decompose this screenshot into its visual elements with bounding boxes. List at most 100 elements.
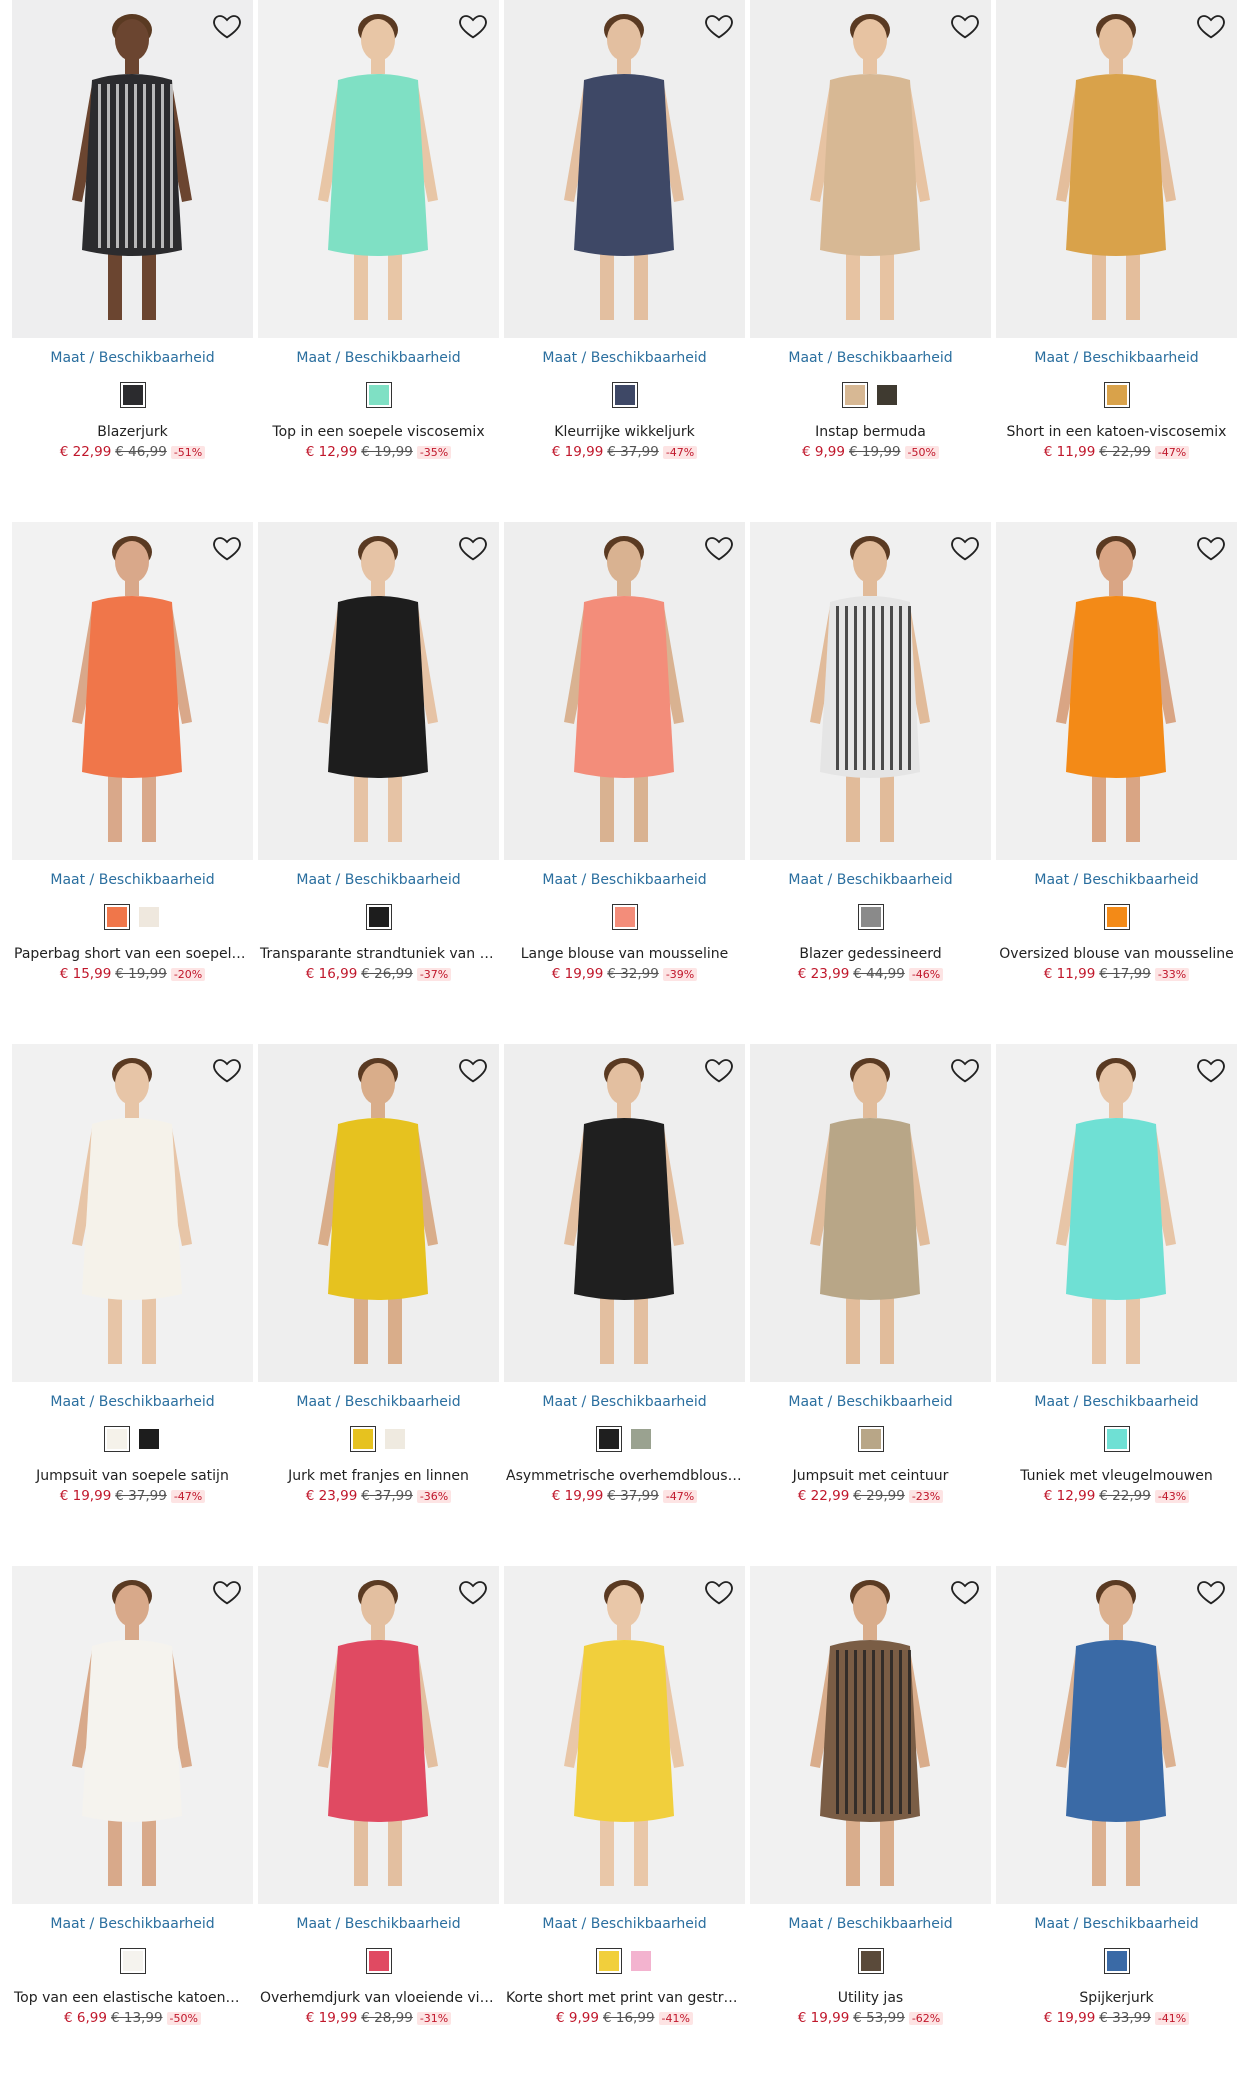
product-name[interactable]: Overhemdjurk van vloeiende viscose [258,1990,499,2006]
size-availability-link[interactable]: Maat / Beschikbaarheid [750,1392,991,1412]
size-availability-link[interactable]: Maat / Beschikbaarheid [996,1392,1237,1412]
product-image[interactable] [750,0,991,338]
product-card[interactable]: Maat / Beschikbaarheid Blazerjurk € 22,99 €… [12,0,253,522]
wishlist-heart-icon[interactable] [703,1054,735,1086]
color-swatch[interactable] [349,1426,376,1452]
product-card[interactable]: Maat / Beschikbaarheid Utility jas € 19,99… [750,1566,991,2088]
product-image[interactable] [12,522,253,860]
color-swatch[interactable] [857,1948,884,1974]
wishlist-heart-icon[interactable] [1195,532,1227,564]
wishlist-heart-icon[interactable] [949,10,981,42]
product-image[interactable] [750,1566,991,1904]
color-swatch[interactable] [119,382,146,408]
product-image[interactable] [504,1044,745,1382]
product-name[interactable]: Jumpsuit van soepele satijn [12,1468,253,1484]
wishlist-heart-icon[interactable] [457,532,489,564]
wishlist-heart-icon[interactable] [949,1576,981,1608]
product-image[interactable] [996,522,1237,860]
wishlist-heart-icon[interactable] [703,10,735,42]
product-name[interactable]: Korte short met print van gestruct… [504,1990,745,2006]
color-swatch[interactable] [857,1426,884,1452]
size-availability-link[interactable]: Maat / Beschikbaarheid [504,870,745,890]
product-name[interactable]: Asymmetrische overhemdblouse va… [504,1468,745,1484]
product-card[interactable]: Maat / Beschikbaarheid Top in een soepele… [258,0,499,522]
size-availability-link[interactable]: Maat / Beschikbaarheid [12,870,253,890]
product-name[interactable]: Utility jas [750,1990,991,2006]
color-swatch[interactable] [595,1948,622,1974]
color-swatch[interactable] [103,904,130,930]
product-card[interactable]: Maat / Beschikbaarheid Jumpsuit met ceint… [750,1044,991,1566]
product-card[interactable]: Maat / Beschikbaarheid Paperbag short van… [12,522,253,1044]
product-image[interactable] [12,0,253,338]
wishlist-heart-icon[interactable] [211,1576,243,1608]
product-name[interactable]: Jurk met franjes en linnen [258,1468,499,1484]
size-availability-link[interactable]: Maat / Beschikbaarheid [12,1392,253,1412]
size-availability-link[interactable]: Maat / Beschikbaarheid [504,1392,745,1412]
color-swatch[interactable] [1103,1426,1130,1452]
size-availability-link[interactable]: Maat / Beschikbaarheid [258,1914,499,1934]
product-name[interactable]: Paperbag short van een soepele Ly… [12,946,253,962]
color-swatch[interactable] [628,1948,654,1974]
color-swatch[interactable] [611,904,638,930]
color-swatch[interactable] [857,904,884,930]
size-availability-link[interactable]: Maat / Beschikbaarheid [750,870,991,890]
product-card[interactable]: Maat / Beschikbaarheid Korte short met pr… [504,1566,745,2088]
wishlist-heart-icon[interactable] [457,10,489,42]
size-availability-link[interactable]: Maat / Beschikbaarheid [258,1392,499,1412]
wishlist-heart-icon[interactable] [211,532,243,564]
product-name[interactable]: Top van een elastische katoenmix [12,1990,253,2006]
product-image[interactable] [996,0,1237,338]
product-card[interactable]: Maat / Beschikbaarheid Kleurrijke wikkelj… [504,0,745,522]
product-card[interactable]: Maat / Beschikbaarheid Short in een katoe… [996,0,1237,522]
product-image[interactable] [12,1044,253,1382]
product-name[interactable]: Jumpsuit met ceintuur [750,1468,991,1484]
product-image[interactable] [258,1044,499,1382]
wishlist-heart-icon[interactable] [949,532,981,564]
color-swatch[interactable] [382,1426,408,1452]
color-swatch[interactable] [874,382,900,408]
color-swatch[interactable] [365,904,392,930]
size-availability-link[interactable]: Maat / Beschikbaarheid [12,348,253,368]
wishlist-heart-icon[interactable] [949,1054,981,1086]
product-image[interactable] [504,1566,745,1904]
wishlist-heart-icon[interactable] [211,1054,243,1086]
wishlist-heart-icon[interactable] [1195,10,1227,42]
color-swatch[interactable] [136,904,162,930]
color-swatch[interactable] [103,1426,130,1452]
wishlist-heart-icon[interactable] [457,1054,489,1086]
product-image[interactable] [750,522,991,860]
wishlist-heart-icon[interactable] [1195,1054,1227,1086]
product-card[interactable]: Maat / Beschikbaarheid Transparante stran… [258,522,499,1044]
product-card[interactable]: Maat / Beschikbaarheid Lange blouse van m… [504,522,745,1044]
size-availability-link[interactable]: Maat / Beschikbaarheid [996,870,1237,890]
product-image[interactable] [258,1566,499,1904]
color-swatch[interactable] [1103,382,1130,408]
product-card[interactable]: Maat / Beschikbaarheid Tuniek met vleugel… [996,1044,1237,1566]
product-card[interactable]: Maat / Beschikbaarheid Overhemdjurk van v… [258,1566,499,2088]
size-availability-link[interactable]: Maat / Beschikbaarheid [504,348,745,368]
color-swatch[interactable] [611,382,638,408]
product-name[interactable]: Instap bermuda [750,424,991,440]
product-name[interactable]: Spijkerjurk [996,1990,1237,2006]
color-swatch[interactable] [1103,904,1130,930]
wishlist-heart-icon[interactable] [703,1576,735,1608]
product-name[interactable]: Top in een soepele viscosemix [258,424,499,440]
product-name[interactable]: Tuniek met vleugelmouwen [996,1468,1237,1484]
color-swatch[interactable] [365,382,392,408]
color-swatch[interactable] [1103,1948,1130,1974]
product-name[interactable]: Short in een katoen-viscosemix [996,424,1237,440]
product-name[interactable]: Transparante strandtuniek van visc… [258,946,499,962]
size-availability-link[interactable]: Maat / Beschikbaarheid [258,348,499,368]
product-card[interactable]: Maat / Beschikbaarheid Spijkerjurk € 19,99… [996,1566,1237,2088]
color-swatch[interactable] [136,1426,162,1452]
product-name[interactable]: Blazer gedessineerd [750,946,991,962]
product-card[interactable]: Maat / Beschikbaarheid Instap bermuda € 9,… [750,0,991,522]
product-card[interactable]: Maat / Beschikbaarheid Jurk met franjes e… [258,1044,499,1566]
color-swatch[interactable] [365,1948,392,1974]
product-image[interactable] [750,1044,991,1382]
product-image[interactable] [996,1566,1237,1904]
product-image[interactable] [504,522,745,860]
product-card[interactable]: Maat / Beschikbaarheid Top van een elasti… [12,1566,253,2088]
size-availability-link[interactable]: Maat / Beschikbaarheid [996,1914,1237,1934]
color-swatch[interactable] [628,1426,654,1452]
